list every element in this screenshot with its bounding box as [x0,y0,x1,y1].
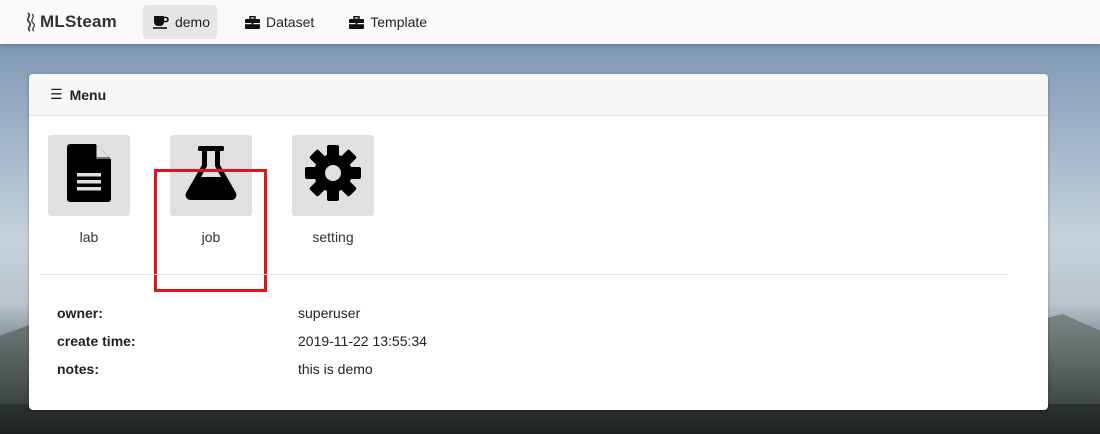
app-tile-job[interactable] [170,135,252,216]
briefcase-icon [349,15,365,29]
app-setting[interactable]: setting [292,135,374,245]
info-key-create-time: create time: [57,333,136,349]
app-label-job: job [201,229,221,245]
app-tile-setting[interactable] [292,135,374,216]
app-lab[interactable]: lab [48,135,130,245]
info-key-notes: notes: [57,361,99,377]
nav-label-dataset: Dataset [266,14,315,30]
info-value-create-time: 2019-11-22 13:55:34 [298,333,427,349]
hamburger-icon: ☰ [50,86,63,102]
info-row-owner: owner: superuser [57,299,427,327]
card-title: Menu [69,86,107,103]
app-label-lab: lab [79,229,99,245]
card-header: ☰ Menu [29,74,1048,116]
info-row-notes: notes: this is demo [57,355,427,383]
gear-icon [305,145,361,206]
briefcase-icon [245,15,261,29]
app-label-setting: setting [312,229,354,245]
coffee-cup-icon [152,15,169,29]
nav-item-template[interactable]: Template [339,5,434,39]
brand-name: MLSteam [40,12,117,31]
info-value-notes: this is demo [298,361,373,377]
info-table: owner: superuser create time: 2019-11-22… [57,299,427,383]
brand-logo[interactable]: MLSteam [24,12,117,32]
flask-icon [185,146,237,205]
info-row-create-time: create time: 2019-11-22 13:55:34 [57,327,427,355]
nav-item-dataset[interactable]: Dataset [235,5,321,39]
menu-card: ☰ Menu lab job setting owner: superuser … [29,74,1048,410]
nav-item-demo[interactable]: demo [142,5,218,39]
document-icon [67,144,111,207]
section-divider [41,274,1008,275]
steam-logo-icon [24,12,38,32]
info-value-owner: superuser [298,305,361,321]
nav-label-demo: demo [174,14,211,30]
nav-label-template: Template [370,14,428,30]
app-job[interactable]: job [170,135,252,245]
app-tile-lab[interactable] [48,135,130,216]
info-key-owner: owner: [57,305,103,321]
top-navbar: MLSteam demo Dataset Template [0,0,1100,44]
app-grid: lab job setting [29,116,1048,292]
